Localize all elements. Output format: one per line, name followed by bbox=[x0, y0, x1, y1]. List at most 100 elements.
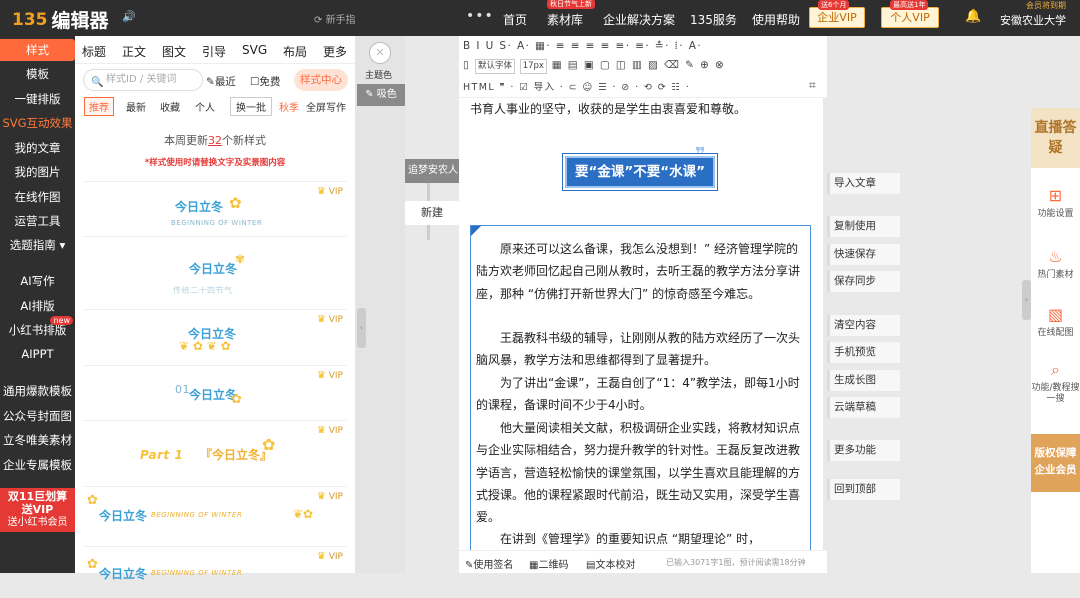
clear-content-button[interactable]: 清空内容 bbox=[827, 314, 901, 337]
style-card[interactable]: ♛ VIP 今日立冬 ❦ ✿ ❦ ✿ bbox=[83, 309, 347, 361]
qrcode-button[interactable]: ▦二维码 bbox=[529, 556, 568, 571]
tab-title[interactable]: 标题 bbox=[82, 43, 106, 60]
cloud-draft-button[interactable]: 云端草稿 bbox=[827, 396, 901, 419]
quick-save-button[interactable]: 快速保存 bbox=[827, 243, 901, 266]
hot-materials-button[interactable]: ♨ 热门素材 bbox=[1031, 247, 1080, 281]
logo[interactable]: 135 编辑器 bbox=[12, 6, 109, 33]
nav-help[interactable]: 使用帮助 bbox=[752, 11, 800, 28]
mobile-preview-button[interactable]: 手机预览 bbox=[827, 341, 901, 364]
company-vip-button[interactable]: 送6个月 企业VIP bbox=[809, 0, 865, 28]
tab-layout[interactable]: 布局 bbox=[283, 43, 307, 60]
personal-vip-label: 个人VIP bbox=[890, 11, 930, 24]
save-sync-button[interactable]: 保存同步 bbox=[827, 270, 901, 293]
sidebar-item-topics[interactable]: 选题指南 ▾ bbox=[0, 237, 75, 253]
format-row-2[interactable]: ▯ 默认字体 17px ▦ ▤ ▣ ▢ ◫ ▥ ▨ ⌫ ✎ ⊕ ⊗ bbox=[463, 59, 725, 74]
new-article-button[interactable]: 新建 bbox=[405, 201, 459, 225]
style-card[interactable]: ♛ VIP ✿ 今日立冬 BEGINNING OF WINTER ❦✿ bbox=[83, 486, 347, 538]
user-name[interactable]: 安徽农业大学 bbox=[1000, 12, 1066, 28]
bell-icon[interactable]: 🔔 bbox=[965, 9, 981, 24]
import-article-button[interactable]: 导入文章 bbox=[827, 172, 901, 195]
article-paragraph: 在讲到《管理学》的重要知识点 “期望理论” 时， bbox=[500, 532, 761, 546]
free-checkbox[interactable]: ☐免费 bbox=[250, 74, 280, 89]
copyright-banner[interactable]: 版权保障企业会员 bbox=[1031, 434, 1080, 492]
online-image-button[interactable]: ▧ 在线配图 bbox=[1031, 305, 1080, 339]
sidebar-item-templates[interactable]: 模板 bbox=[0, 66, 75, 82]
promo-banner[interactable]: 双11巨划算 送VIP 送小红书会员 bbox=[0, 488, 75, 532]
recent-toggle[interactable]: ✎最近 bbox=[206, 74, 236, 89]
font-family-select[interactable]: 默认字体 bbox=[474, 59, 515, 74]
nav-enterprise[interactable]: 企业解决方案 bbox=[603, 11, 675, 28]
style-card[interactable]: ♛ VIP 01 今日立冬 ✿ bbox=[83, 365, 347, 417]
use-signature-button[interactable]: ✎使用签名 bbox=[465, 556, 513, 571]
long-image-button[interactable]: 生成长图 bbox=[827, 369, 901, 392]
personal-vip-button[interactable]: 最高送1年 个人VIP bbox=[881, 0, 939, 28]
filter-latest[interactable]: 最新 bbox=[126, 99, 146, 114]
sidebar-item-winter[interactable]: 立冬唯美素材 bbox=[0, 432, 75, 448]
sidebar-item-images[interactable]: 我的图片 bbox=[0, 164, 75, 180]
article-paragraph: 原来还可以这么备课，我怎么没想到！” 经济管理学院的陆方欢老师回忆起自己刚从教时… bbox=[476, 242, 801, 301]
proofread-button[interactable]: ▤文本校对 bbox=[586, 556, 635, 571]
absorb-color-button[interactable]: ✎ 吸色 bbox=[357, 84, 405, 106]
sidebar-item-ai-layout[interactable]: AI排版 bbox=[0, 298, 75, 314]
sidebar-item-cover[interactable]: 公众号封面图 bbox=[0, 408, 75, 424]
nav-services[interactable]: 135服务 bbox=[690, 11, 737, 28]
tab-guide[interactable]: 引导 bbox=[202, 43, 226, 60]
speaker-icon[interactable]: 🔊 bbox=[122, 10, 136, 23]
tab-more[interactable]: 更多 bbox=[323, 43, 347, 60]
nav-help-label: 使用帮助 bbox=[752, 13, 801, 27]
font-size-select[interactable]: 17px bbox=[519, 59, 547, 74]
sidebar-item-drawing[interactable]: 在线作图 bbox=[0, 189, 75, 205]
tab-svg[interactable]: SVG bbox=[242, 43, 267, 57]
search-tutorial-label: 功能/教程搜一搜 bbox=[1031, 383, 1080, 404]
company-vip-label: 企业VIP bbox=[817, 11, 857, 24]
expand-toolbar-icon[interactable]: ⌗ bbox=[809, 78, 816, 93]
format-row-2-tools[interactable]: ▦ ▤ ▣ ▢ ◫ ▥ ▨ ⌫ ✎ ⊕ ⊗ bbox=[552, 59, 725, 71]
newbie-guide-link[interactable]: ⟳ 新手指 bbox=[314, 11, 356, 26]
sidebar-item-enterprise[interactable]: 企业专属模板 bbox=[0, 457, 75, 473]
back-to-top-button[interactable]: 回到顶部 bbox=[827, 478, 901, 501]
sidebar-item-xhs[interactable]: new 小红书排版 bbox=[0, 316, 75, 338]
sidebar-item-articles[interactable]: 我的文章 bbox=[0, 140, 75, 156]
nav-home[interactable]: 首页 bbox=[503, 11, 527, 28]
tab-body[interactable]: 正文 bbox=[122, 43, 146, 60]
sidebar-item-hot-templates[interactable]: 通用爆款模板 bbox=[0, 383, 75, 399]
draft-title[interactable]: 追梦安农人 bbox=[405, 159, 459, 183]
vip-badge: ♛ VIP bbox=[317, 186, 343, 197]
style-center-button[interactable]: 样式中心 bbox=[294, 69, 348, 91]
sidebar-item-svg[interactable]: SVG互动效果 bbox=[0, 115, 75, 131]
style-card[interactable]: 今日立冬 ✾ 传统二十四节气 bbox=[83, 236, 347, 295]
style-search-input[interactable]: 🔍 样式ID / 关键词 bbox=[83, 69, 203, 91]
live-qa-banner[interactable]: 直播答疑 bbox=[1031, 108, 1080, 168]
more-functions-button[interactable]: 更多功能 bbox=[827, 439, 901, 462]
style-card[interactable]: ♛ VIP Part 1 『今日立冬』 ✿ bbox=[83, 420, 347, 472]
more-menu-icon[interactable]: ••• bbox=[466, 8, 494, 24]
copy-use-button[interactable]: 复制使用 bbox=[827, 215, 901, 238]
theme-color-picker[interactable]: ✕ bbox=[369, 42, 391, 64]
filter-favorites[interactable]: 收藏 bbox=[160, 99, 180, 114]
format-row-3[interactable]: HTML ❞ · ☑ 导入 · ⊂ ☺ ☰ · ⊘ · ⟲ ⟳ ☷ · bbox=[463, 79, 690, 93]
nav-materials[interactable]: 秋日节气上新 素材库 bbox=[547, 0, 595, 28]
sidebar-item-styles[interactable]: 样式 bbox=[0, 39, 75, 61]
style-card[interactable]: ♛ VIP ✿ 今日立冬 BEGINNING OF WINTER bbox=[83, 546, 347, 598]
weekly-count[interactable]: 32 bbox=[208, 134, 222, 147]
filter-recommended[interactable]: 推荐 bbox=[84, 97, 114, 116]
swap-batch-button[interactable]: 换一批 bbox=[230, 97, 272, 116]
sidebar-item-ai-writing[interactable]: AI写作 bbox=[0, 273, 75, 289]
tab-image-text[interactable]: 图文 bbox=[162, 43, 186, 60]
fullscreen-writing-button[interactable]: 全屏写作 bbox=[306, 99, 346, 114]
function-settings-button[interactable]: ⊞ 功能设置 bbox=[1031, 186, 1080, 220]
filter-personal[interactable]: 个人 bbox=[195, 99, 215, 114]
doc-icon: ▯ bbox=[463, 59, 471, 71]
sidebar-item-onekey[interactable]: 一键排版 bbox=[0, 91, 75, 107]
editor-canvas[interactable]: 书育人事业的坚守，收获的是学生由衷喜爱和尊敬。 要“金课”不要“水课” ❞ 原来… bbox=[459, 98, 823, 550]
format-row-1[interactable]: B I U S· A· ▦· ≡ ≡ ≡ ≡ ≡· ≡· ≛· ⁞· A· bbox=[463, 40, 702, 52]
card-subtitle: BEGINNING OF WINTER bbox=[151, 511, 243, 519]
search-tutorial-button[interactable]: ⌕ 功能/教程搜一搜 bbox=[1031, 360, 1080, 405]
sidebar-item-tools[interactable]: 运营工具 bbox=[0, 213, 75, 229]
collapse-right-handle[interactable]: › bbox=[1022, 280, 1031, 320]
style-card[interactable]: ♛ VIP 今日立冬 ✿ BEGINNING OF WINTER bbox=[83, 181, 347, 233]
editor-status-bar: ✎使用签名 ▦二维码 ▤文本校对 已输入3071字1图，预计阅读需18分钟 bbox=[459, 550, 827, 573]
sidebar-item-aippt[interactable]: AIPPT bbox=[0, 347, 75, 361]
filter-autumn[interactable]: 秋季 bbox=[279, 99, 299, 114]
collapse-panel-handle[interactable]: ‹ bbox=[357, 308, 366, 348]
